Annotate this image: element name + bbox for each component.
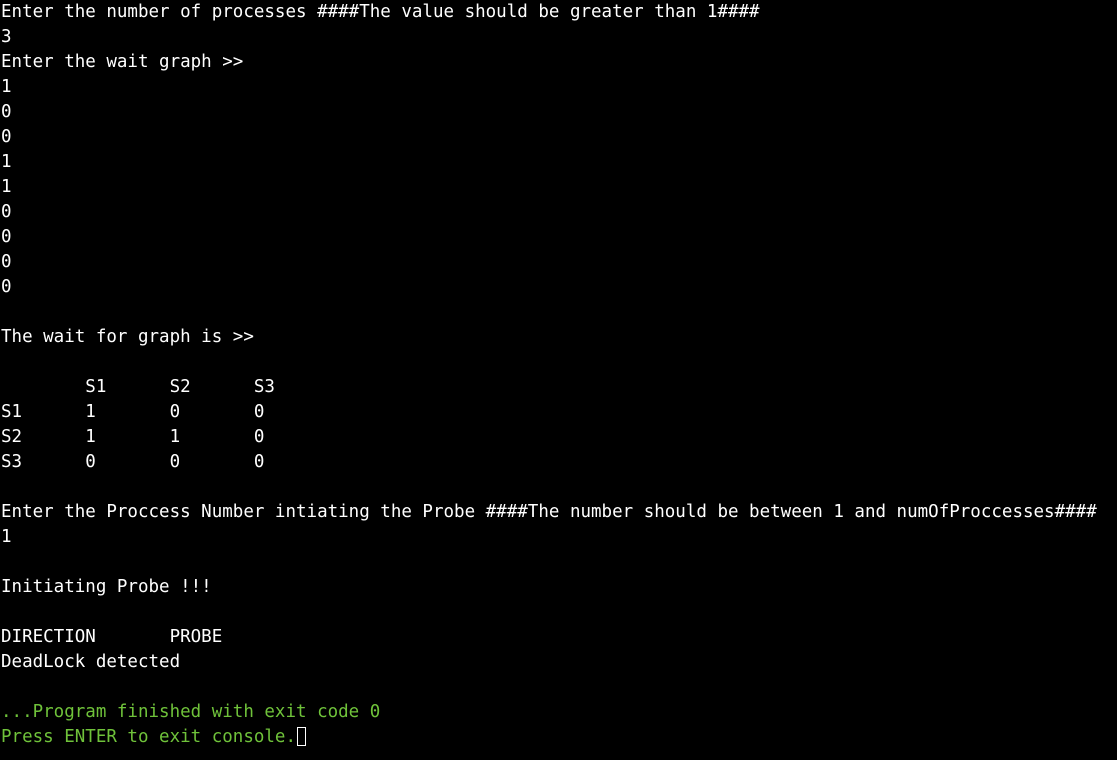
exit-status-line: ...Program finished with exit code 0 <box>1 702 381 722</box>
deadlock-status: DeadLock detected <box>1 652 181 672</box>
console-line: 0 <box>1 127 12 147</box>
exit-prompt-text: Press ENTER to exit console. <box>1 727 297 747</box>
console-line: 0 <box>1 252 12 272</box>
console-line-blank <box>0 350 1117 375</box>
console-line-blank <box>0 300 1117 325</box>
console-line-blank <box>0 600 1117 625</box>
console-line: 0 <box>1 227 12 247</box>
console-line: The wait for graph is >> <box>1 327 254 347</box>
console-line: 0 <box>1 277 12 297</box>
console-line: Initiating Probe !!! <box>1 577 212 597</box>
wait-graph-row: S2 1 1 0 <box>1 427 265 447</box>
console-line: 3 <box>1 27 12 47</box>
wait-graph-row: S3 0 0 0 <box>1 452 265 472</box>
text-cursor[interactable] <box>297 727 307 746</box>
probe-table-header: DIRECTION PROBE <box>1 627 223 647</box>
console-line: Enter the Proccess Number intiating the … <box>1 502 1097 522</box>
console-line: 0 <box>1 202 12 222</box>
console-output[interactable]: Enter the number of processes ####The va… <box>0 0 1117 760</box>
wait-graph-header-row: S1 S2 S3 <box>1 377 275 397</box>
console-line: 1 <box>1 77 12 97</box>
console-line: 0 <box>1 102 12 122</box>
exit-prompt-line: Press ENTER to exit console. <box>0 725 1117 750</box>
console-line: 1 <box>1 527 12 547</box>
console-line: 1 <box>1 152 12 172</box>
console-line-blank <box>0 550 1117 575</box>
console-line: 1 <box>1 177 12 197</box>
console-line: Enter the number of processes ####The va… <box>1 2 760 22</box>
wait-graph-row: S1 1 0 0 <box>1 402 265 422</box>
console-line: Enter the wait graph >> <box>1 52 244 72</box>
console-line-blank <box>0 475 1117 500</box>
console-line-blank <box>0 675 1117 700</box>
